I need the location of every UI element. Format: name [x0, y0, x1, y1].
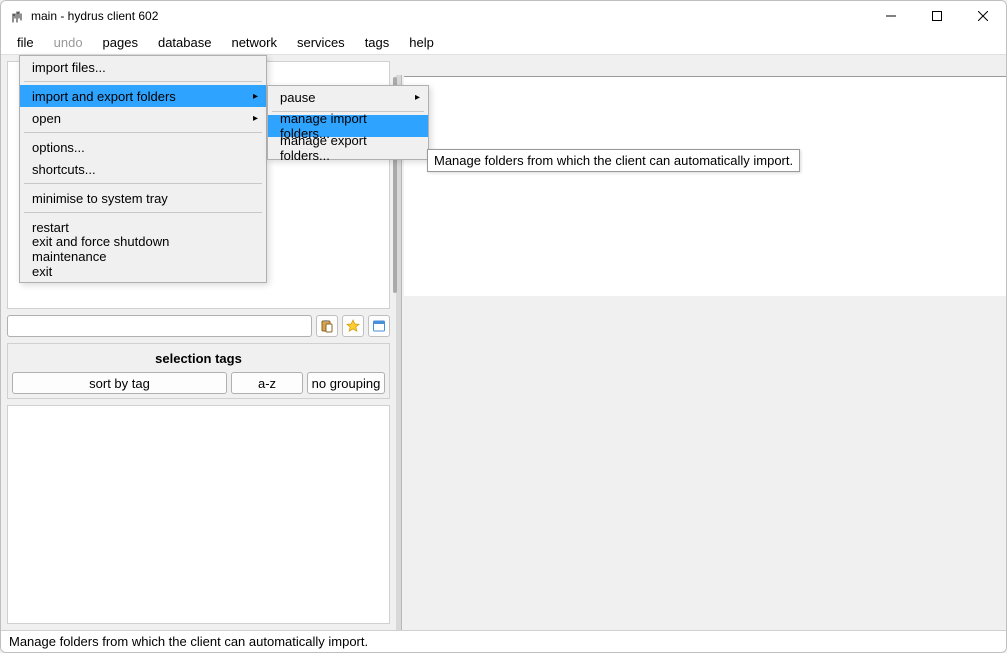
submenu-arrow-icon: ▸: [253, 113, 258, 124]
minimize-button[interactable]: [868, 1, 914, 31]
titlebar: main - hydrus client 602: [1, 1, 1006, 31]
menu-help[interactable]: help: [399, 32, 444, 53]
menu-options[interactable]: options...: [20, 136, 266, 158]
search-input[interactable]: [7, 315, 312, 337]
main-window: main - hydrus client 602 file undo pages…: [0, 0, 1007, 653]
maximize-button[interactable]: [914, 1, 960, 31]
sort-az-button[interactable]: a-z: [231, 372, 303, 394]
tags-list-area: [7, 405, 390, 624]
menu-network[interactable]: network: [221, 32, 287, 53]
grouping-button[interactable]: no grouping: [307, 372, 385, 394]
tooltip: Manage folders from which the client can…: [427, 149, 800, 172]
menu-database[interactable]: database: [148, 32, 222, 53]
submenu-manage-export-folders[interactable]: manage export folders...: [268, 137, 428, 159]
selection-tags-panel: selection tags sort by tag a-z no groupi…: [7, 343, 390, 399]
menu-exit[interactable]: exit: [20, 260, 266, 282]
sort-by-tag-button[interactable]: sort by tag: [12, 372, 227, 394]
menu-shortcuts[interactable]: shortcuts...: [20, 158, 266, 180]
menu-tags[interactable]: tags: [355, 32, 400, 53]
menu-import-files[interactable]: import files...: [20, 56, 266, 78]
selection-tags-label: selection tags: [12, 348, 385, 372]
menu-exit-force-shutdown[interactable]: exit and force shutdown maintenance: [20, 238, 266, 260]
preview-area: [404, 76, 1006, 296]
submenu-pause[interactable]: pause ▸: [268, 86, 428, 108]
window-title: main - hydrus client 602: [31, 9, 868, 23]
separator: [24, 183, 262, 184]
separator: [24, 212, 262, 213]
search-toolbar: [7, 315, 390, 337]
menu-file[interactable]: file: [7, 32, 44, 53]
menu-services[interactable]: services: [287, 32, 355, 53]
paste-icon[interactable]: [316, 315, 338, 337]
menu-open[interactable]: open ▸: [20, 107, 266, 129]
menubar: file undo pages database network service…: [1, 31, 1006, 55]
submenu-arrow-icon: ▸: [415, 92, 420, 103]
window-controls: [868, 1, 1006, 31]
content-area: selection tags sort by tag a-z no groupi…: [1, 55, 1006, 630]
star-icon[interactable]: [342, 315, 364, 337]
submenu-arrow-icon: ▸: [253, 91, 258, 102]
separator: [24, 81, 262, 82]
app-icon: [9, 8, 25, 24]
file-menu-dropdown: import files... import and export folder…: [19, 55, 267, 283]
close-button[interactable]: [960, 1, 1006, 31]
menu-import-export-folders[interactable]: import and export folders ▸: [20, 85, 266, 107]
import-export-submenu: pause ▸ manage import folders... manage …: [267, 85, 429, 160]
menu-pages[interactable]: pages: [93, 32, 148, 53]
right-pane: [396, 55, 1006, 630]
tag-buttons-row: sort by tag a-z no grouping: [12, 372, 385, 394]
separator: [24, 132, 262, 133]
window-icon[interactable]: [368, 315, 390, 337]
menu-undo[interactable]: undo: [44, 32, 93, 53]
statusbar: Manage folders from which the client can…: [1, 630, 1006, 652]
menu-minimise-tray[interactable]: minimise to system tray: [20, 187, 266, 209]
